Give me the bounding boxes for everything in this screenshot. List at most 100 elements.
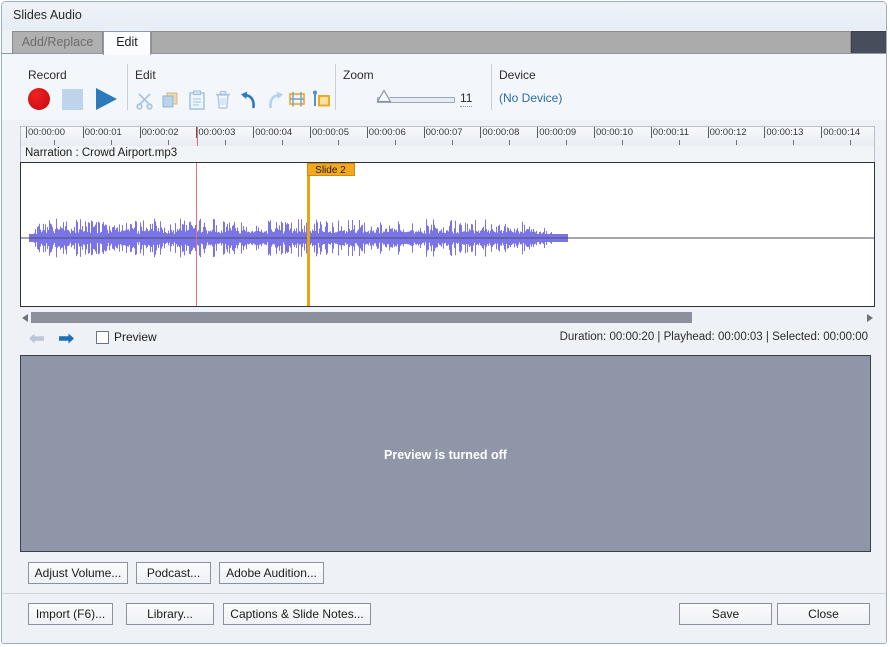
scroll-right-arrow-icon[interactable] — [867, 314, 873, 322]
ruler-tick-label: 00:00:12 — [710, 127, 747, 138]
ruler-tick-label: 00:00:07 — [426, 127, 463, 138]
ruler-tick-label: 00:00:14 — [823, 127, 860, 138]
tab-strip: Add/Replace Edit — [2, 30, 886, 54]
timeline-ruler[interactable]: 00:00:0000:00:0100:00:0200:00:0300:00:04… — [20, 126, 875, 146]
toolbar-separator-3 — [491, 64, 492, 110]
podcast-button[interactable]: Podcast... — [136, 562, 211, 584]
copy-button[interactable] — [160, 88, 182, 112]
scissors-icon — [134, 88, 156, 112]
slides-audio-dialog: Slides Audio Add/Replace Edit Record Edi… — [1, 1, 887, 644]
ruler-tick-major — [310, 127, 311, 138]
captions-slide-notes-button[interactable]: Captions & Slide Notes... — [223, 603, 371, 625]
insert-silence-icon — [286, 88, 308, 112]
record-button[interactable] — [28, 88, 52, 112]
ruler-tick-label: 00:00:11 — [653, 127, 689, 138]
ruler-tick-major — [480, 127, 481, 138]
status-bar-text: Duration: 00:00:20 | Playhead: 00:00:03 … — [560, 331, 868, 343]
ruler-tick-major — [140, 127, 141, 138]
ruler-tick-minor — [168, 140, 169, 145]
ruler-tick-major — [253, 127, 254, 138]
ruler-tick-minor — [338, 140, 339, 145]
ruler-tick-label: 00:00:00 — [28, 127, 65, 138]
toolbar-separator-2 — [335, 64, 336, 110]
preview-message: Preview is turned off — [21, 448, 870, 462]
zoom-slider-thumb-outline[interactable] — [376, 89, 392, 103]
redo-arrow-icon — [264, 88, 286, 112]
ruler-playhead[interactable] — [197, 127, 198, 146]
next-marker-button[interactable] — [58, 331, 75, 346]
waveform-playhead[interactable] — [196, 163, 197, 306]
cut-button[interactable] — [134, 88, 156, 112]
adjust-volume-button[interactable]: Adjust Volume... — [28, 562, 128, 584]
ruler-tick-label: 00:00:13 — [766, 127, 803, 138]
adobe-audition-button[interactable]: Adobe Audition... — [219, 562, 324, 584]
ruler-tick-minor — [282, 140, 283, 145]
slide-marker-line[interactable] — [307, 163, 310, 306]
toolbar-separator-1 — [127, 64, 128, 110]
group-label-edit: Edit — [135, 68, 156, 82]
device-value[interactable]: (No Device) — [499, 91, 562, 105]
ruler-tick-minor — [225, 140, 226, 145]
waveform-panel[interactable]: Slide 2 — [20, 162, 875, 307]
ruler-tick-label: 00:00:08 — [482, 127, 519, 138]
waveform-hscrollbar[interactable] — [20, 311, 875, 324]
audio-waveform — [21, 163, 874, 306]
ruler-tick-major — [651, 127, 652, 138]
ruler-tick-label: 00:00:10 — [596, 127, 633, 138]
insert-silence-button[interactable] — [286, 88, 308, 112]
group-label-zoom: Zoom — [343, 68, 374, 82]
ruler-tick-minor — [566, 140, 567, 145]
window-title: Slides Audio — [13, 8, 82, 22]
group-label-record: Record — [28, 68, 67, 82]
group-label-device: Device — [499, 68, 536, 82]
narration-track-label: Narration : Crowd Airport.mp3 — [25, 147, 177, 159]
undo-button[interactable] — [238, 88, 260, 112]
preview-checkbox[interactable] — [96, 331, 109, 344]
preview-checkbox-label[interactable]: Preview — [114, 330, 157, 344]
ruler-tick-minor — [679, 140, 680, 145]
delete-button[interactable] — [212, 88, 234, 112]
previous-marker-button[interactable] — [28, 331, 45, 346]
ruler-tick-label: 00:00:06 — [369, 127, 406, 138]
ruler-tick-major — [26, 127, 27, 138]
ruler-tick-minor — [452, 140, 453, 145]
ruler-tick-minor — [395, 140, 396, 145]
arrow-left-icon — [28, 331, 45, 346]
stop-square-icon — [62, 89, 83, 110]
ruler-tick-major — [594, 127, 595, 138]
ruler-tick-major — [764, 127, 765, 138]
ruler-tick-minor — [509, 140, 510, 145]
ruler-tick-major — [708, 127, 709, 138]
hscrollbar-thumb[interactable] — [31, 312, 692, 323]
ruler-tick-minor — [54, 140, 55, 145]
save-button[interactable]: Save — [679, 603, 772, 625]
slide-marker-icon — [310, 88, 332, 112]
stop-button[interactable] — [62, 89, 84, 111]
paste-clipboard-icon — [186, 88, 208, 112]
import-button[interactable]: Import (F6)... — [28, 603, 113, 625]
ruler-tick-minor — [793, 140, 794, 145]
ruler-tick-major — [83, 127, 84, 138]
slide-marker-button[interactable] — [310, 88, 332, 112]
tab-edit[interactable]: Edit — [103, 31, 151, 55]
ruler-tick-label: 00:00:02 — [142, 127, 179, 138]
undo-arrow-icon — [238, 88, 260, 112]
redo-button[interactable] — [264, 88, 286, 112]
ruler-tick-label: 00:00:09 — [539, 127, 576, 138]
paste-button[interactable] — [186, 88, 208, 112]
ruler-tick-label: 00:00:05 — [312, 127, 349, 138]
ruler-tick-major — [821, 127, 822, 138]
ruler-tick-major — [537, 127, 538, 138]
slide-marker-label[interactable]: Slide 2 — [307, 163, 355, 176]
tab-add-replace[interactable]: Add/Replace — [12, 31, 103, 54]
record-circle-icon — [28, 88, 50, 110]
zoom-value[interactable]: 11 — [460, 91, 472, 107]
scroll-left-arrow-icon[interactable] — [22, 314, 28, 322]
play-button[interactable] — [96, 87, 120, 111]
ruler-tick-minor — [111, 140, 112, 145]
library-button[interactable]: Library... — [126, 603, 214, 625]
close-button[interactable]: Close — [777, 603, 870, 625]
ruler-tick-major — [367, 127, 368, 138]
preview-panel[interactable]: Preview is turned off — [20, 355, 871, 552]
ruler-tick-minor — [736, 140, 737, 145]
